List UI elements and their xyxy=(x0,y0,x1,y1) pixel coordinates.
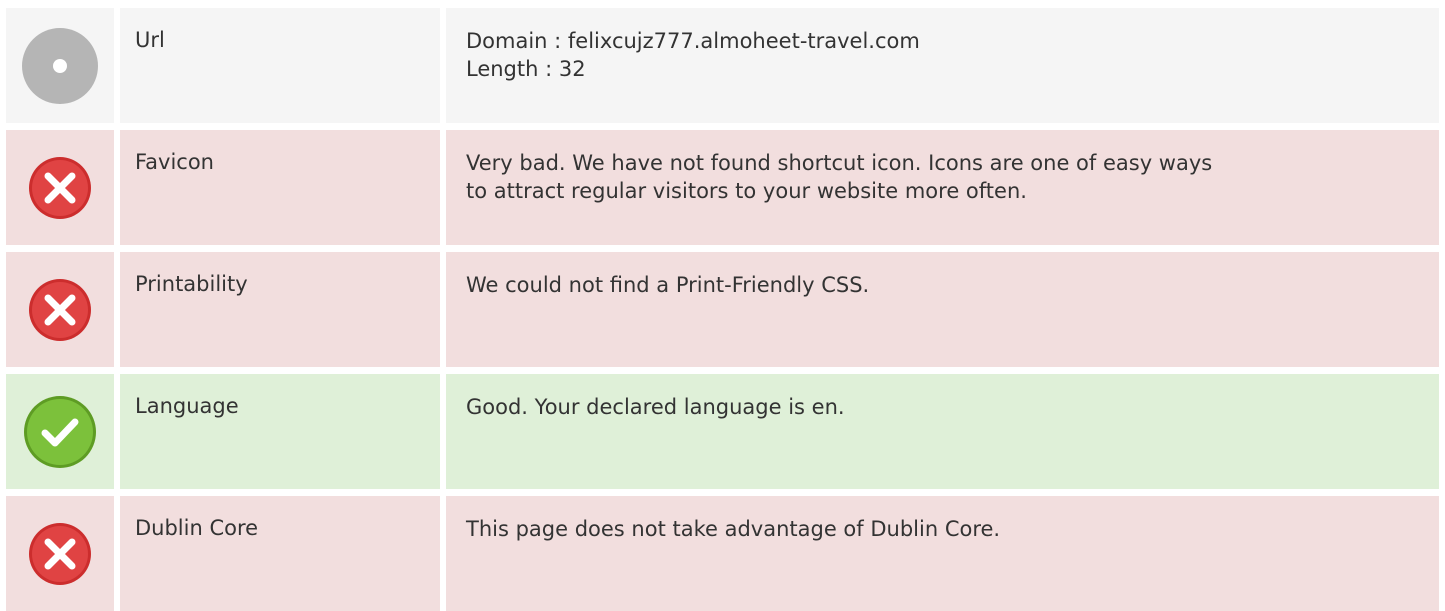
status-cell xyxy=(6,8,114,123)
report-row-dublin-core: Dublin Core This page does not take adva… xyxy=(6,496,1439,611)
report-row-printability: Printability We could not find a Print-F… xyxy=(6,252,1439,367)
neutral-dot-icon xyxy=(22,27,98,104)
row-label: Language xyxy=(120,374,440,489)
seo-report-table: Url Domain : felixcujz777.almoheet-trave… xyxy=(6,8,1439,611)
report-row-favicon: Favicon Very bad. We have not found shor… xyxy=(6,130,1439,245)
row-label: Printability xyxy=(120,252,440,367)
status-cell xyxy=(6,496,114,611)
description-line: to attract regular visitors to your webs… xyxy=(466,179,1027,203)
report-row-language: Language Good. Your declared language is… xyxy=(6,374,1439,489)
row-description: Very bad. We have not found shortcut ico… xyxy=(446,130,1439,245)
error-x-icon xyxy=(29,522,91,585)
row-label: Favicon xyxy=(120,130,440,245)
status-cell xyxy=(6,130,114,245)
description-line: This page does not take advantage of Dub… xyxy=(466,517,1001,541)
description-line: We could not find a Print-Friendly CSS. xyxy=(466,273,870,297)
error-x-icon xyxy=(29,156,91,219)
row-description: This page does not take advantage of Dub… xyxy=(446,496,1439,611)
row-label: Url xyxy=(120,8,440,123)
row-description: Domain : felixcujz777.almoheet-travel.co… xyxy=(446,8,1439,123)
report-row-url: Url Domain : felixcujz777.almoheet-trave… xyxy=(6,8,1439,123)
row-description: We could not find a Print-Friendly CSS. xyxy=(446,252,1439,367)
row-label: Dublin Core xyxy=(120,496,440,611)
check-icon xyxy=(24,395,96,468)
error-x-icon xyxy=(29,278,91,341)
description-line: Good. Your declared language is en. xyxy=(466,395,845,419)
status-cell xyxy=(6,252,114,367)
description-line: Length : 32 xyxy=(466,57,586,81)
description-line: Domain : felixcujz777.almoheet-travel.co… xyxy=(466,29,920,53)
status-cell xyxy=(6,374,114,489)
row-description: Good. Your declared language is en. xyxy=(446,374,1439,489)
description-line: Very bad. We have not found shortcut ico… xyxy=(466,151,1213,175)
